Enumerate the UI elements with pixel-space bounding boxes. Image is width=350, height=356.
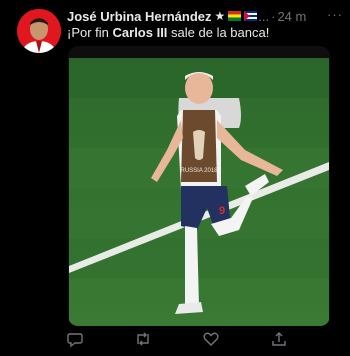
avatar[interactable] <box>17 9 61 53</box>
reply-icon[interactable] <box>66 330 84 348</box>
tweet-header: José Urbina Hernández ★ ... · 24 m ··· <box>67 7 343 25</box>
retweet-icon[interactable] <box>134 330 152 348</box>
tweet-actions <box>0 330 350 350</box>
tweet-text: ¡Por fin Carlos III sale de la banca! <box>67 25 343 41</box>
author-name[interactable]: José Urbina Hernández <box>67 9 212 24</box>
image-photo: RUSSIA 2018 9 <box>69 58 329 326</box>
vest-text: RUSSIA 2018 <box>180 168 218 174</box>
star-emoji: ★ <box>214 9 226 23</box>
tweet-image[interactable]: RUSSIA 2018 9 <box>68 46 330 326</box>
tweet-text-bold: Carlos III <box>112 25 168 40</box>
shorts-number: 9 <box>219 205 225 217</box>
cuba-flag-icon <box>244 11 258 21</box>
more-options-button[interactable]: ··· <box>327 7 343 22</box>
name-truncation: ... <box>258 8 270 24</box>
share-icon[interactable] <box>270 330 288 348</box>
tweet[interactable]: José Urbina Hernández ★ ... · 24 m ··· ¡… <box>0 0 350 356</box>
like-icon[interactable] <box>202 330 220 348</box>
tweet-text-part: sale de la banca! <box>167 25 270 40</box>
bolivia-flag-icon <box>228 11 242 21</box>
timestamp[interactable]: 24 m <box>277 9 306 24</box>
separator: · <box>271 8 276 24</box>
tweet-text-part: ¡Por fin <box>67 25 113 40</box>
